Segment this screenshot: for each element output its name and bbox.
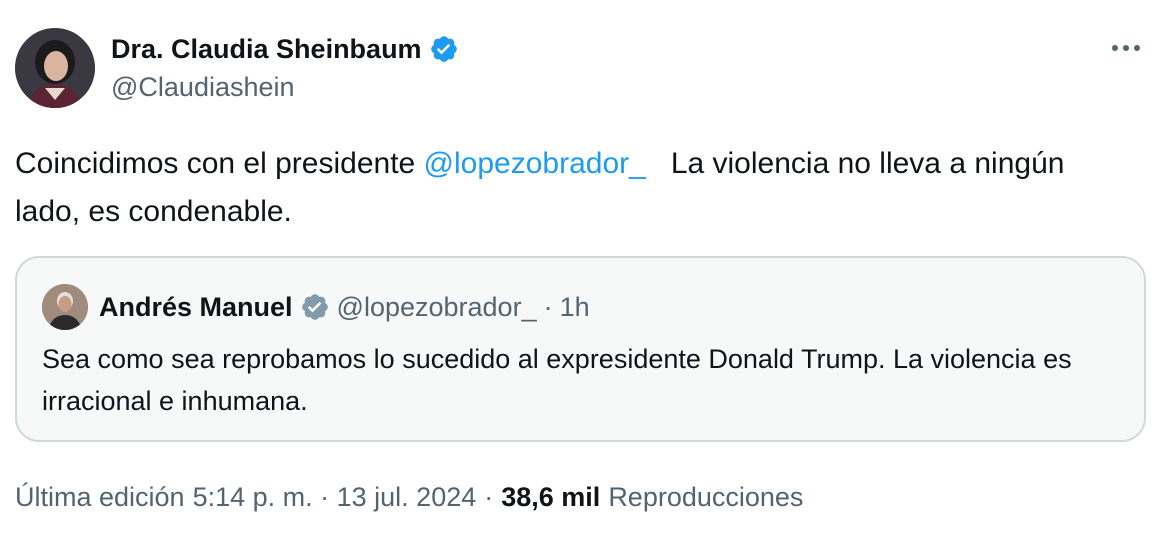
quoted-author-avatar[interactable] (42, 284, 88, 330)
author-handle[interactable]: @Claudiashein (111, 72, 295, 103)
edited-label[interactable]: Última edición (15, 482, 185, 513)
quoted-tweet-header: Andrés Manuel @lopezobrador_ · 1h (99, 288, 590, 326)
author-avatar[interactable] (15, 28, 95, 108)
separator-dot: · (543, 291, 553, 322)
tweet-meta: Última edición 5:14 p. m. · 13 jul. 2024… (15, 478, 803, 516)
timestamp[interactable]: 5:14 p. m. · 13 jul. 2024 (193, 482, 477, 513)
quoted-tweet-time[interactable]: 1h (560, 292, 590, 323)
verified-badge-icon[interactable] (300, 292, 330, 322)
tweet-text-before-mention: Coincidimos con el presidente (15, 147, 424, 180)
tweet-text: Coincidimos con el presidente @lopezobra… (15, 140, 1135, 236)
quoted-tweet-text: Sea como sea reprobamos lo sucedido al e… (42, 344, 1072, 416)
quoted-author-handle[interactable]: @lopezobrador_ (337, 292, 537, 323)
tweet: Dra. Claudia Sheinbaum @Claudiashein Coi… (0, 0, 1162, 535)
verified-badge-icon[interactable] (429, 34, 459, 64)
more-options-button[interactable] (1108, 36, 1144, 60)
more-icon (1112, 45, 1140, 51)
quoted-tweet-card[interactable]: Andrés Manuel @lopezobrador_ · 1h Sea co… (15, 256, 1146, 442)
separator-dot: · (484, 481, 494, 512)
author-name-row: Dra. Claudia Sheinbaum (111, 32, 459, 66)
author-name[interactable]: Dra. Claudia Sheinbaum (111, 34, 422, 65)
mention-link[interactable]: @lopezobrador_ (424, 147, 646, 180)
views-label: Reproducciones (608, 481, 804, 512)
quoted-author-name[interactable]: Andrés Manuel (99, 292, 293, 323)
views-count: 38,6 mil (501, 481, 601, 512)
